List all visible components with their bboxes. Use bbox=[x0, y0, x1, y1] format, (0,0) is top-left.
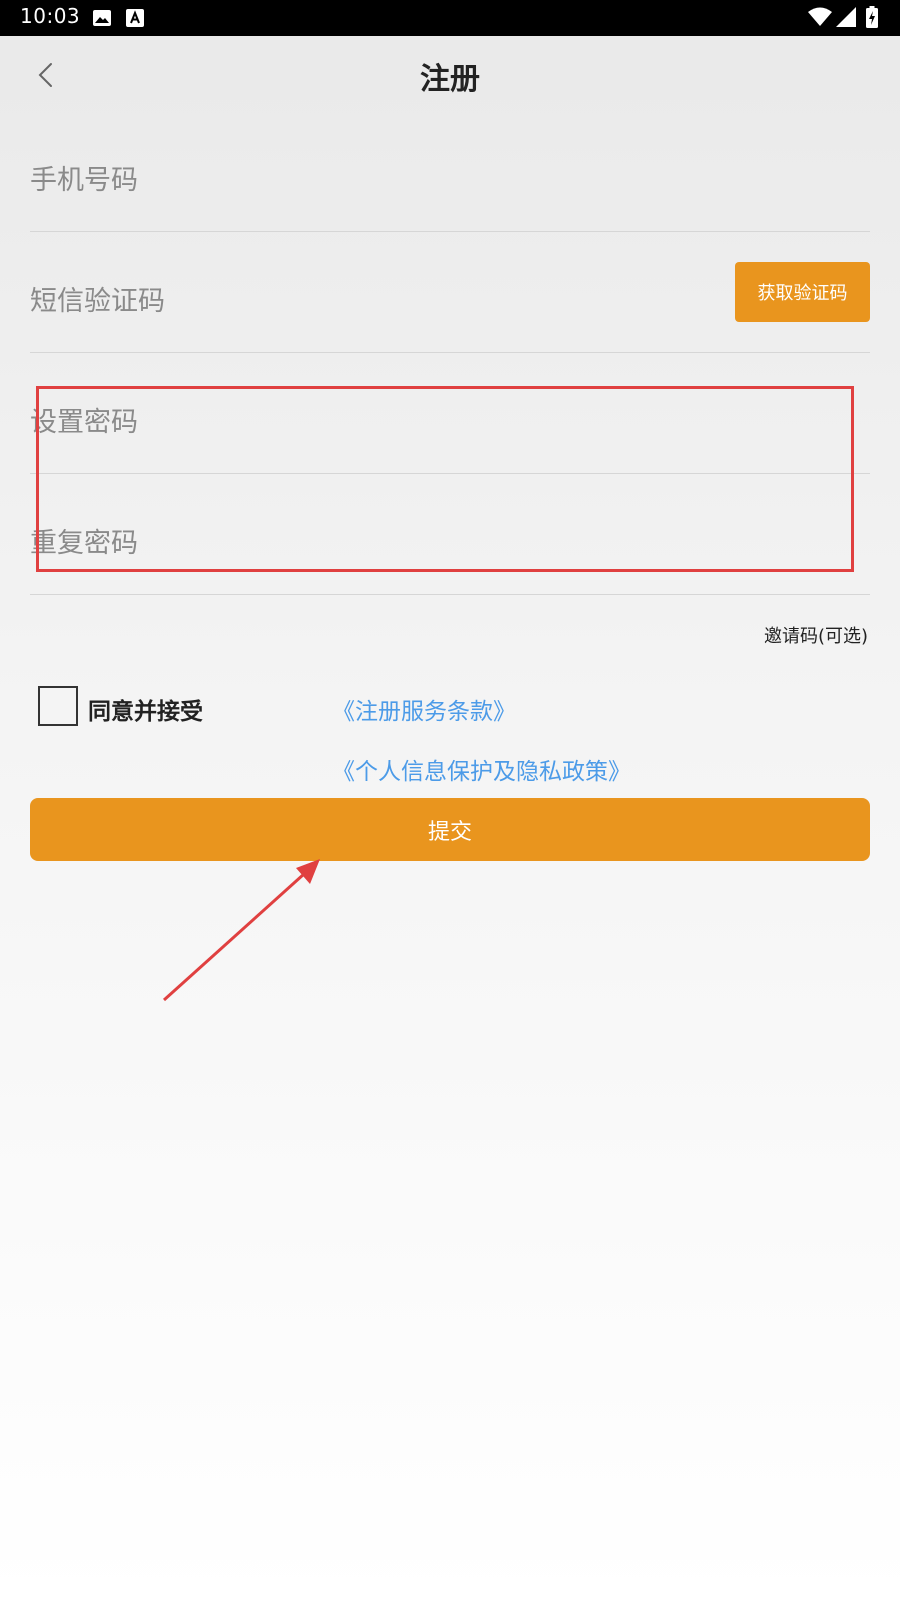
image-icon bbox=[92, 9, 112, 31]
app-bar: 注册 bbox=[0, 36, 900, 116]
password-input[interactable] bbox=[30, 384, 634, 446]
phone-input[interactable] bbox=[30, 142, 634, 204]
submit-button[interactable]: 提交 bbox=[30, 798, 870, 861]
privacy-policy-link[interactable]: 《个人信息保护及隐私政策》 bbox=[332, 752, 631, 786]
phone-field[interactable]: 手机号码 bbox=[30, 112, 870, 232]
agree-label: 同意并接受 bbox=[88, 699, 203, 725]
signal-icon bbox=[836, 7, 856, 31]
get-code-button[interactable]: 获取验证码 bbox=[735, 262, 870, 322]
repeat-password-field[interactable]: 重复密码 bbox=[30, 475, 870, 595]
battery-icon bbox=[866, 6, 878, 32]
sms-code-input[interactable] bbox=[30, 263, 634, 325]
divider bbox=[30, 473, 870, 474]
divider bbox=[30, 352, 870, 353]
divider bbox=[30, 594, 870, 595]
terms-link[interactable]: 《注册服务条款》 bbox=[332, 692, 516, 726]
status-time: 10:03 bbox=[20, 4, 81, 28]
wifi-icon bbox=[808, 7, 832, 31]
status-bar: 10:03 bbox=[0, 0, 900, 36]
invite-code-link[interactable]: 邀请码(可选) bbox=[764, 622, 868, 648]
repeat-password-input[interactable] bbox=[30, 505, 634, 567]
divider bbox=[30, 231, 870, 232]
page-title: 注册 bbox=[420, 62, 480, 97]
password-field[interactable]: 设置密码 bbox=[30, 354, 870, 474]
a-notification-icon bbox=[126, 9, 144, 31]
agree-checkbox[interactable] bbox=[38, 686, 78, 726]
